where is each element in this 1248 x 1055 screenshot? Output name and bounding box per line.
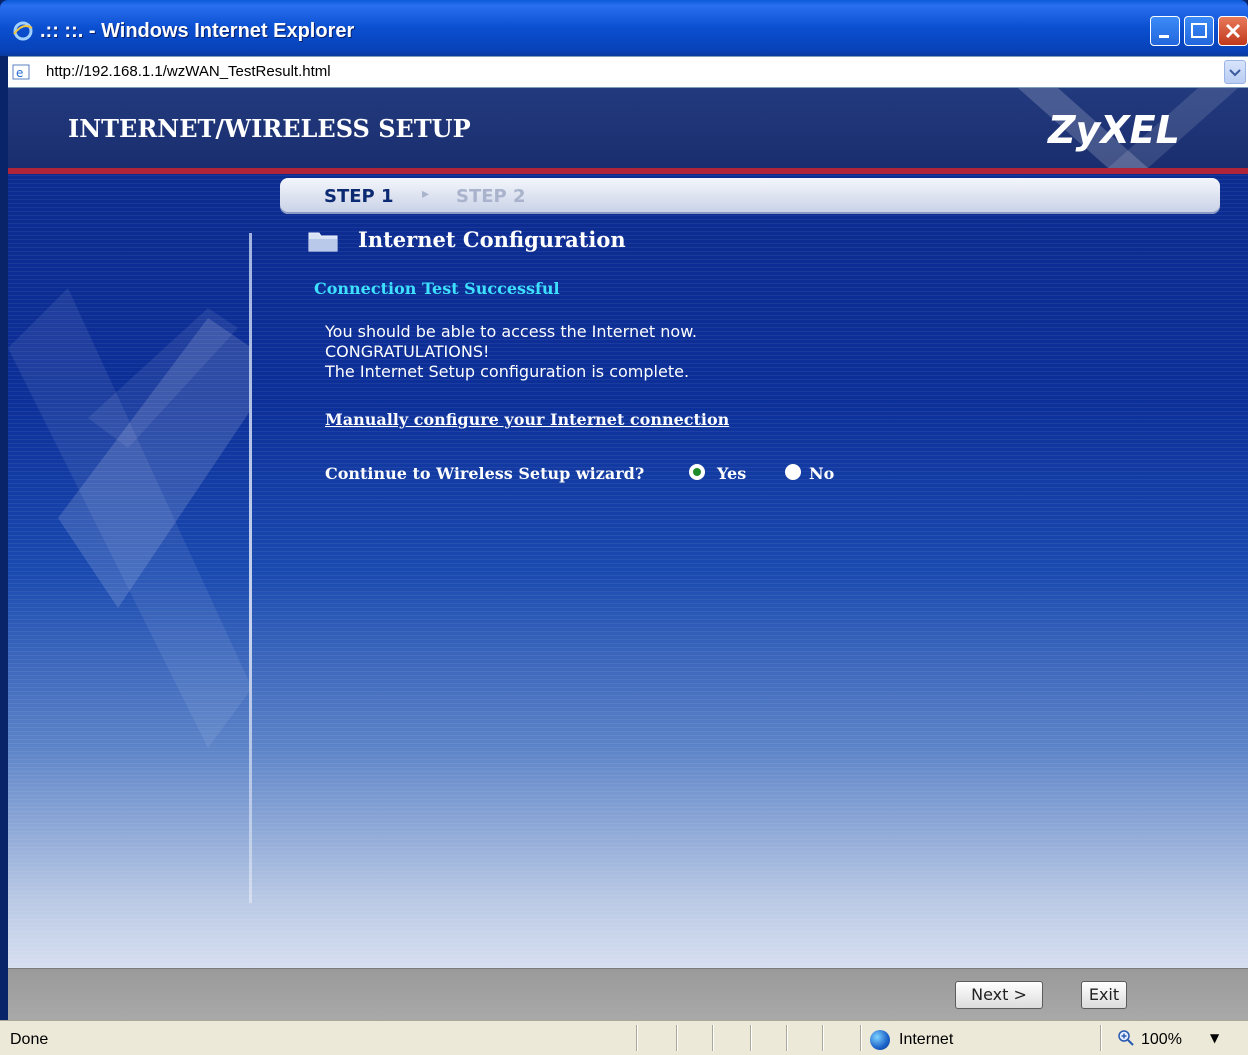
radio-yes[interactable]: [689, 464, 705, 480]
step-2-label: STEP 2: [456, 186, 526, 207]
minimize-button[interactable]: [1150, 16, 1180, 46]
radio-no-label[interactable]: No: [809, 464, 834, 483]
maximize-button[interactable]: [1184, 16, 1214, 46]
result-line: You should be able to access the Interne…: [325, 322, 697, 341]
chevron-down-icon: [1229, 69, 1241, 77]
page-content: INTERNET/WIRELESS SETUP ZyXEL STEP 1 ▸ S…: [8, 88, 1248, 968]
connection-status-heading: Connection Test Successful: [314, 279, 560, 298]
close-button[interactable]: [1218, 16, 1248, 46]
result-line: The Internet Setup configuration is comp…: [325, 362, 690, 381]
status-separator: [750, 1025, 752, 1051]
result-line: CONGRATULATIONS!: [325, 342, 490, 361]
background-x-decoration: [8, 288, 252, 748]
status-separator: [676, 1025, 678, 1051]
status-separator: [636, 1025, 638, 1051]
svg-text:e: e: [16, 66, 23, 80]
status-separator: [712, 1025, 714, 1051]
address-url[interactable]: http://192.168.1.1/wzWAN_TestResult.html: [46, 63, 331, 80]
folder-icon: [308, 232, 338, 252]
status-text: Done: [10, 1031, 49, 1048]
page-title: INTERNET/WIRELESS SETUP: [68, 114, 471, 143]
status-separator: [860, 1025, 862, 1051]
left-panel-divider: [249, 233, 252, 903]
wizard-question: Continue to Wireless Setup wizard?: [325, 464, 645, 483]
header-divider: [8, 168, 1248, 174]
section-title: Internet Configuration: [358, 227, 626, 252]
page-header: INTERNET/WIRELESS SETUP ZyXEL: [8, 88, 1248, 168]
zoom-dropdown-icon[interactable]: ▼: [1210, 1031, 1219, 1045]
zoom-icon[interactable]: [1118, 1030, 1134, 1046]
step-arrow-icon: ▸: [422, 186, 430, 202]
exit-button[interactable]: Exit: [1081, 981, 1127, 1009]
window-title-bar[interactable]: .:: ::. - Windows Internet Explorer: [0, 0, 1248, 56]
status-separator: [1100, 1025, 1102, 1051]
address-bar[interactable]: e http://192.168.1.1/wzWAN_TestResult.ht…: [8, 56, 1248, 88]
globe-icon: [870, 1030, 890, 1050]
close-icon: [1225, 23, 1241, 39]
security-zone: Internet: [899, 1031, 954, 1048]
status-separator: [822, 1025, 824, 1051]
minimize-icon: [1159, 35, 1169, 38]
manual-config-link[interactable]: Manually configure your Internet connect…: [325, 410, 729, 429]
result-message: You should be able to access the Interne…: [325, 322, 697, 382]
step-indicator: STEP 1 ▸ STEP 2: [280, 178, 1220, 214]
button-bar: Next > Exit: [8, 968, 1248, 1021]
page-icon: e: [12, 64, 30, 80]
status-bar: Done Internet 100% ▼: [0, 1020, 1248, 1055]
radio-no[interactable]: [785, 464, 801, 480]
next-button[interactable]: Next >: [955, 981, 1043, 1009]
window-title: .:: ::. - Windows Internet Explorer: [40, 20, 355, 42]
radio-yes-label[interactable]: Yes: [717, 464, 746, 483]
maximize-icon: [1191, 23, 1207, 38]
address-dropdown-button[interactable]: [1224, 60, 1246, 84]
zyxel-logo: ZyXEL: [1048, 108, 1180, 152]
step-1-label: STEP 1: [324, 186, 394, 207]
zoom-level[interactable]: 100%: [1141, 1031, 1182, 1049]
internet-explorer-icon: [13, 21, 33, 41]
status-separator: [786, 1025, 788, 1051]
